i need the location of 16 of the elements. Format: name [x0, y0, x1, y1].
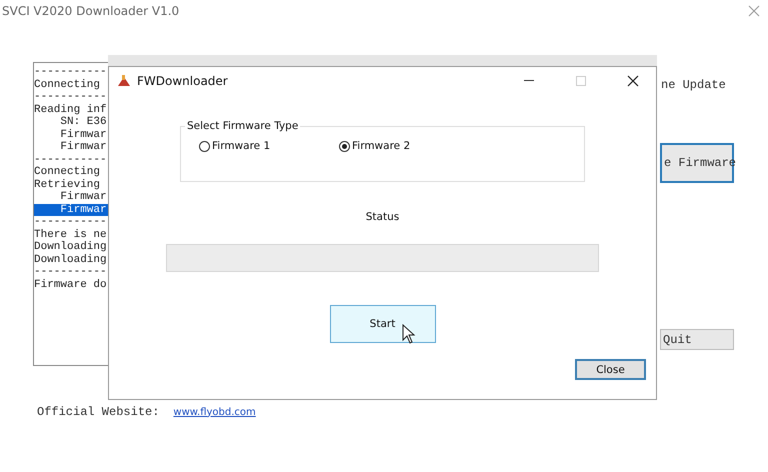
website-link[interactable]: www.flyobd.com	[173, 406, 256, 418]
firmware-radio[interactable]: Firmware 1	[199, 140, 339, 152]
status-label: Status	[366, 211, 400, 223]
radio-circle[interactable]	[339, 140, 350, 152]
start-button[interactable]: Start	[330, 305, 436, 343]
update-label: ne Update	[661, 78, 727, 92]
quit-button[interactable]: Quit	[660, 329, 734, 350]
cursor-icon	[402, 324, 416, 344]
radio-circle[interactable]	[199, 140, 210, 152]
window-title: SVCI V2020 Downloader V1.0	[2, 4, 180, 18]
group-title: Select Firmware Type	[186, 120, 300, 132]
close-button[interactable]: Close	[575, 359, 646, 380]
website-label: Official Website:	[37, 405, 160, 419]
app-icon	[117, 74, 131, 88]
dialog-title: FWDownloader	[137, 74, 229, 88]
firmware-radio[interactable]: Firmware 2	[339, 140, 479, 152]
